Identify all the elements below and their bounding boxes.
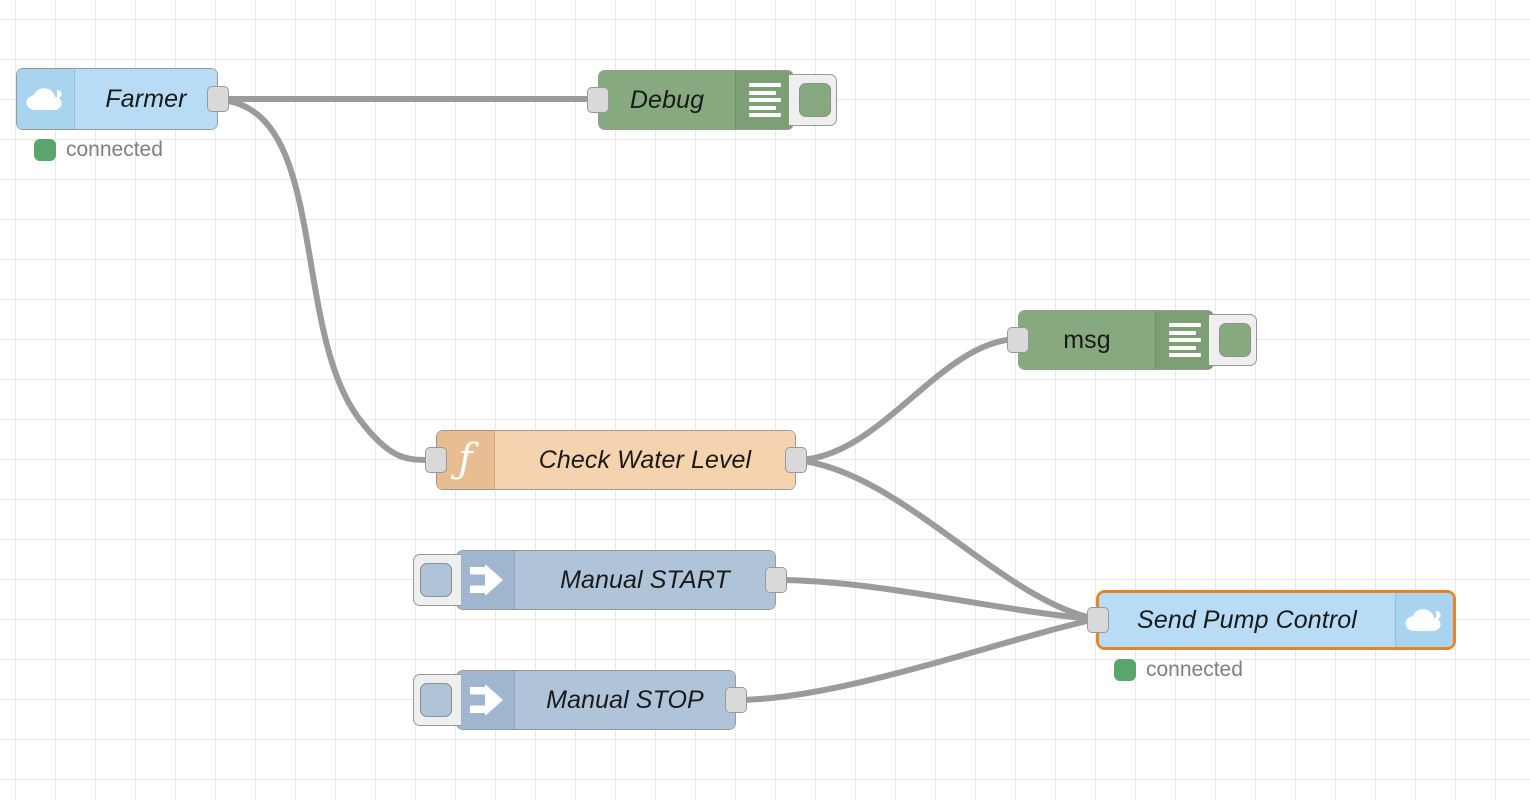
node-body-manual-start[interactable]: Manual START [457, 551, 775, 609]
input-port-msg[interactable] [1007, 327, 1029, 353]
node-status-farmer: connected [34, 138, 163, 162]
node-status-send-pump-control: connected [1114, 658, 1243, 682]
button-knob [419, 563, 452, 597]
node-label-farmer: Farmer [105, 84, 187, 113]
debug-toggle-button-debug[interactable] [789, 74, 837, 126]
node-body-msg[interactable]: msg [1019, 311, 1213, 369]
status-dot [34, 139, 56, 161]
node-label-manual-stop: Manual STOP [546, 685, 704, 714]
node-icon-box-msg [1155, 311, 1213, 369]
wire-check-to-msg[interactable] [793, 336, 1021, 463]
wire-manual-start-to-pump[interactable] [773, 577, 1099, 622]
inject-trigger-button-manual-start[interactable] [413, 554, 461, 606]
node-label-msg: msg [1063, 325, 1111, 354]
button-knob [1218, 323, 1251, 357]
wire-farmer-to-check[interactable] [217, 97, 439, 464]
node-farmer[interactable]: Farmer [16, 68, 229, 130]
wire-check-to-pump[interactable] [793, 457, 1099, 622]
node-icon-box-send-pump-control [1395, 593, 1453, 647]
node-body-check-water-level[interactable]: ƒ Check Water Level [437, 431, 795, 489]
node-label-check-water-level: Check Water Level [538, 445, 752, 474]
node-label-send-pump-control: Send Pump Control [1137, 605, 1357, 634]
node-check-water-level[interactable]: ƒ Check Water Level [425, 430, 807, 490]
cloud-icon [26, 87, 62, 110]
output-port-manual-stop[interactable] [725, 687, 747, 713]
status-dot [1114, 659, 1136, 681]
node-icon-box-manual-stop [457, 671, 515, 729]
output-port-farmer[interactable] [207, 86, 229, 112]
status-text: connected [1146, 658, 1243, 681]
node-send-pump-control[interactable]: Send Pump Control [1087, 590, 1456, 650]
input-port-debug[interactable] [587, 87, 609, 113]
node-body-farmer[interactable]: Farmer [17, 69, 217, 129]
output-port-manual-start[interactable] [765, 567, 787, 593]
node-body-debug[interactable]: Debug [599, 71, 793, 129]
node-icon-box-debug [735, 71, 793, 129]
debug-bars-icon [1168, 323, 1201, 357]
function-icon: ƒ [458, 436, 473, 482]
cloud-icon [1405, 608, 1441, 631]
node-msg[interactable]: msg [1007, 310, 1257, 370]
wire-manual-stop-to-pump[interactable] [733, 616, 1099, 703]
button-knob [419, 683, 452, 717]
input-port-send-pump-control[interactable] [1087, 607, 1109, 633]
input-port-check-water-level[interactable] [425, 447, 447, 473]
node-body-manual-stop[interactable]: Manual STOP [457, 671, 735, 729]
node-label-debug: Debug [629, 85, 705, 114]
node-label-manual-start: Manual START [560, 565, 730, 594]
node-manual-start[interactable]: Manual START [413, 550, 787, 610]
button-knob [798, 83, 831, 117]
debug-toggle-button-msg[interactable] [1209, 314, 1257, 366]
node-debug[interactable]: Debug [587, 70, 837, 130]
flow-canvas[interactable]: Farmer connected Debug msg ƒ Check Water Leve… [0, 0, 1530, 800]
node-icon-box-manual-start [457, 551, 515, 609]
inject-arrow-icon [469, 684, 503, 716]
debug-bars-icon [748, 83, 781, 117]
status-text: connected [66, 138, 163, 161]
output-port-check-water-level[interactable] [785, 447, 807, 473]
inject-trigger-button-manual-stop[interactable] [413, 674, 461, 726]
node-body-send-pump-control[interactable]: Send Pump Control [1099, 593, 1453, 647]
node-manual-stop[interactable]: Manual STOP [413, 670, 747, 730]
node-icon-box-farmer [17, 69, 75, 129]
inject-arrow-icon [469, 564, 503, 596]
